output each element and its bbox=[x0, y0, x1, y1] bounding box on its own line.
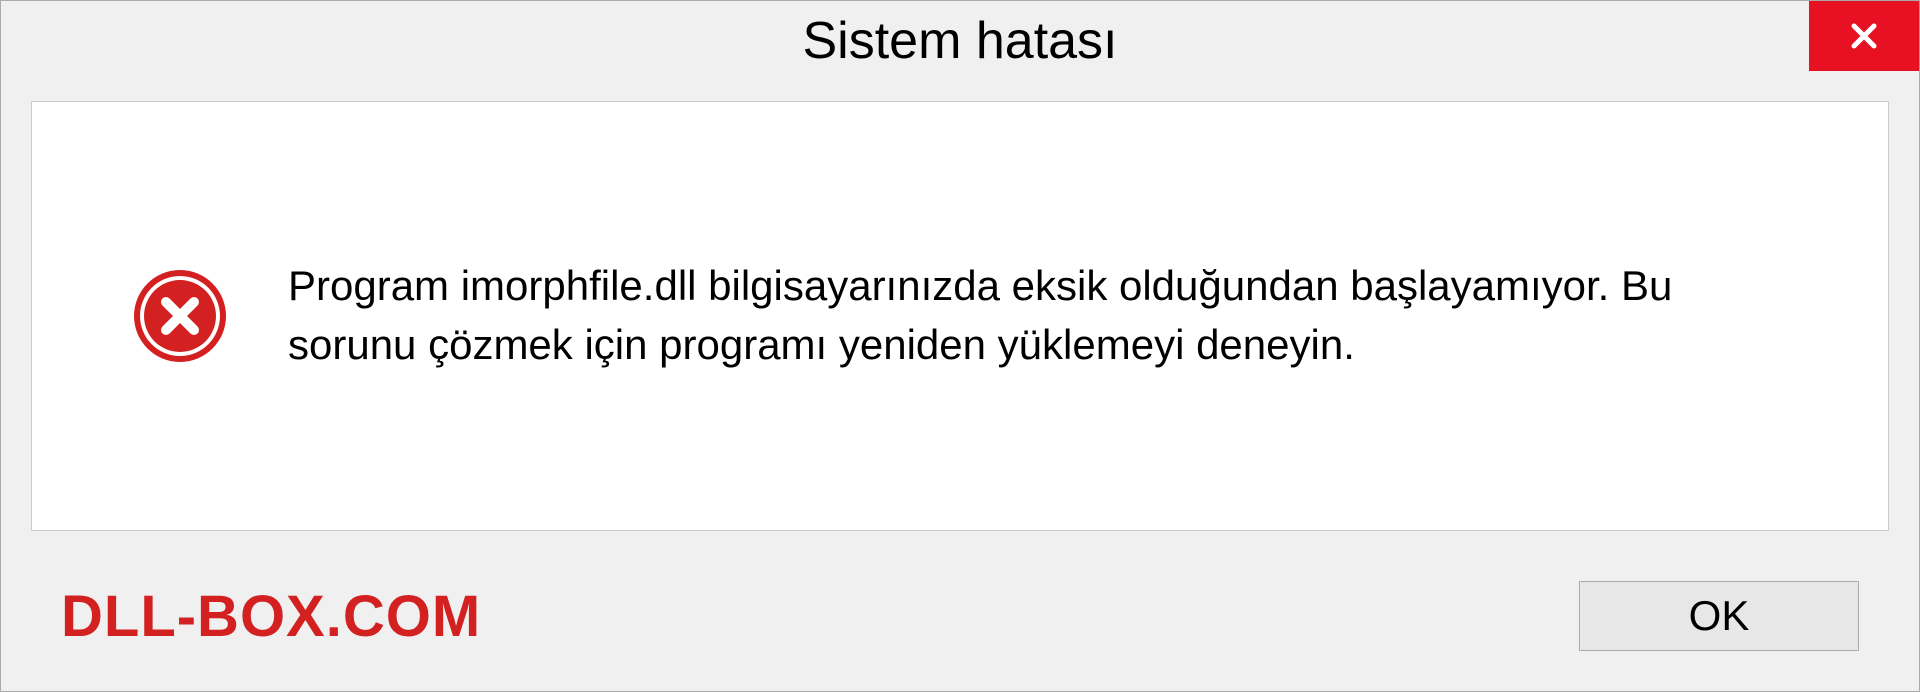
error-message: Program imorphfile.dll bilgisayarınızda … bbox=[288, 257, 1798, 375]
error-dialog: Sistem hatası Program imorphfile.dll bil… bbox=[0, 0, 1920, 692]
watermark-text: DLL-BOX.COM bbox=[61, 583, 481, 650]
titlebar: Sistem hatası bbox=[1, 1, 1919, 81]
dialog-title: Sistem hatası bbox=[802, 11, 1117, 71]
footer: DLL-BOX.COM OK bbox=[1, 561, 1919, 691]
ok-button[interactable]: OK bbox=[1579, 581, 1859, 651]
content-area: Program imorphfile.dll bilgisayarınızda … bbox=[31, 101, 1889, 531]
close-icon bbox=[1848, 20, 1880, 52]
error-icon bbox=[132, 268, 228, 364]
close-button[interactable] bbox=[1809, 1, 1919, 71]
